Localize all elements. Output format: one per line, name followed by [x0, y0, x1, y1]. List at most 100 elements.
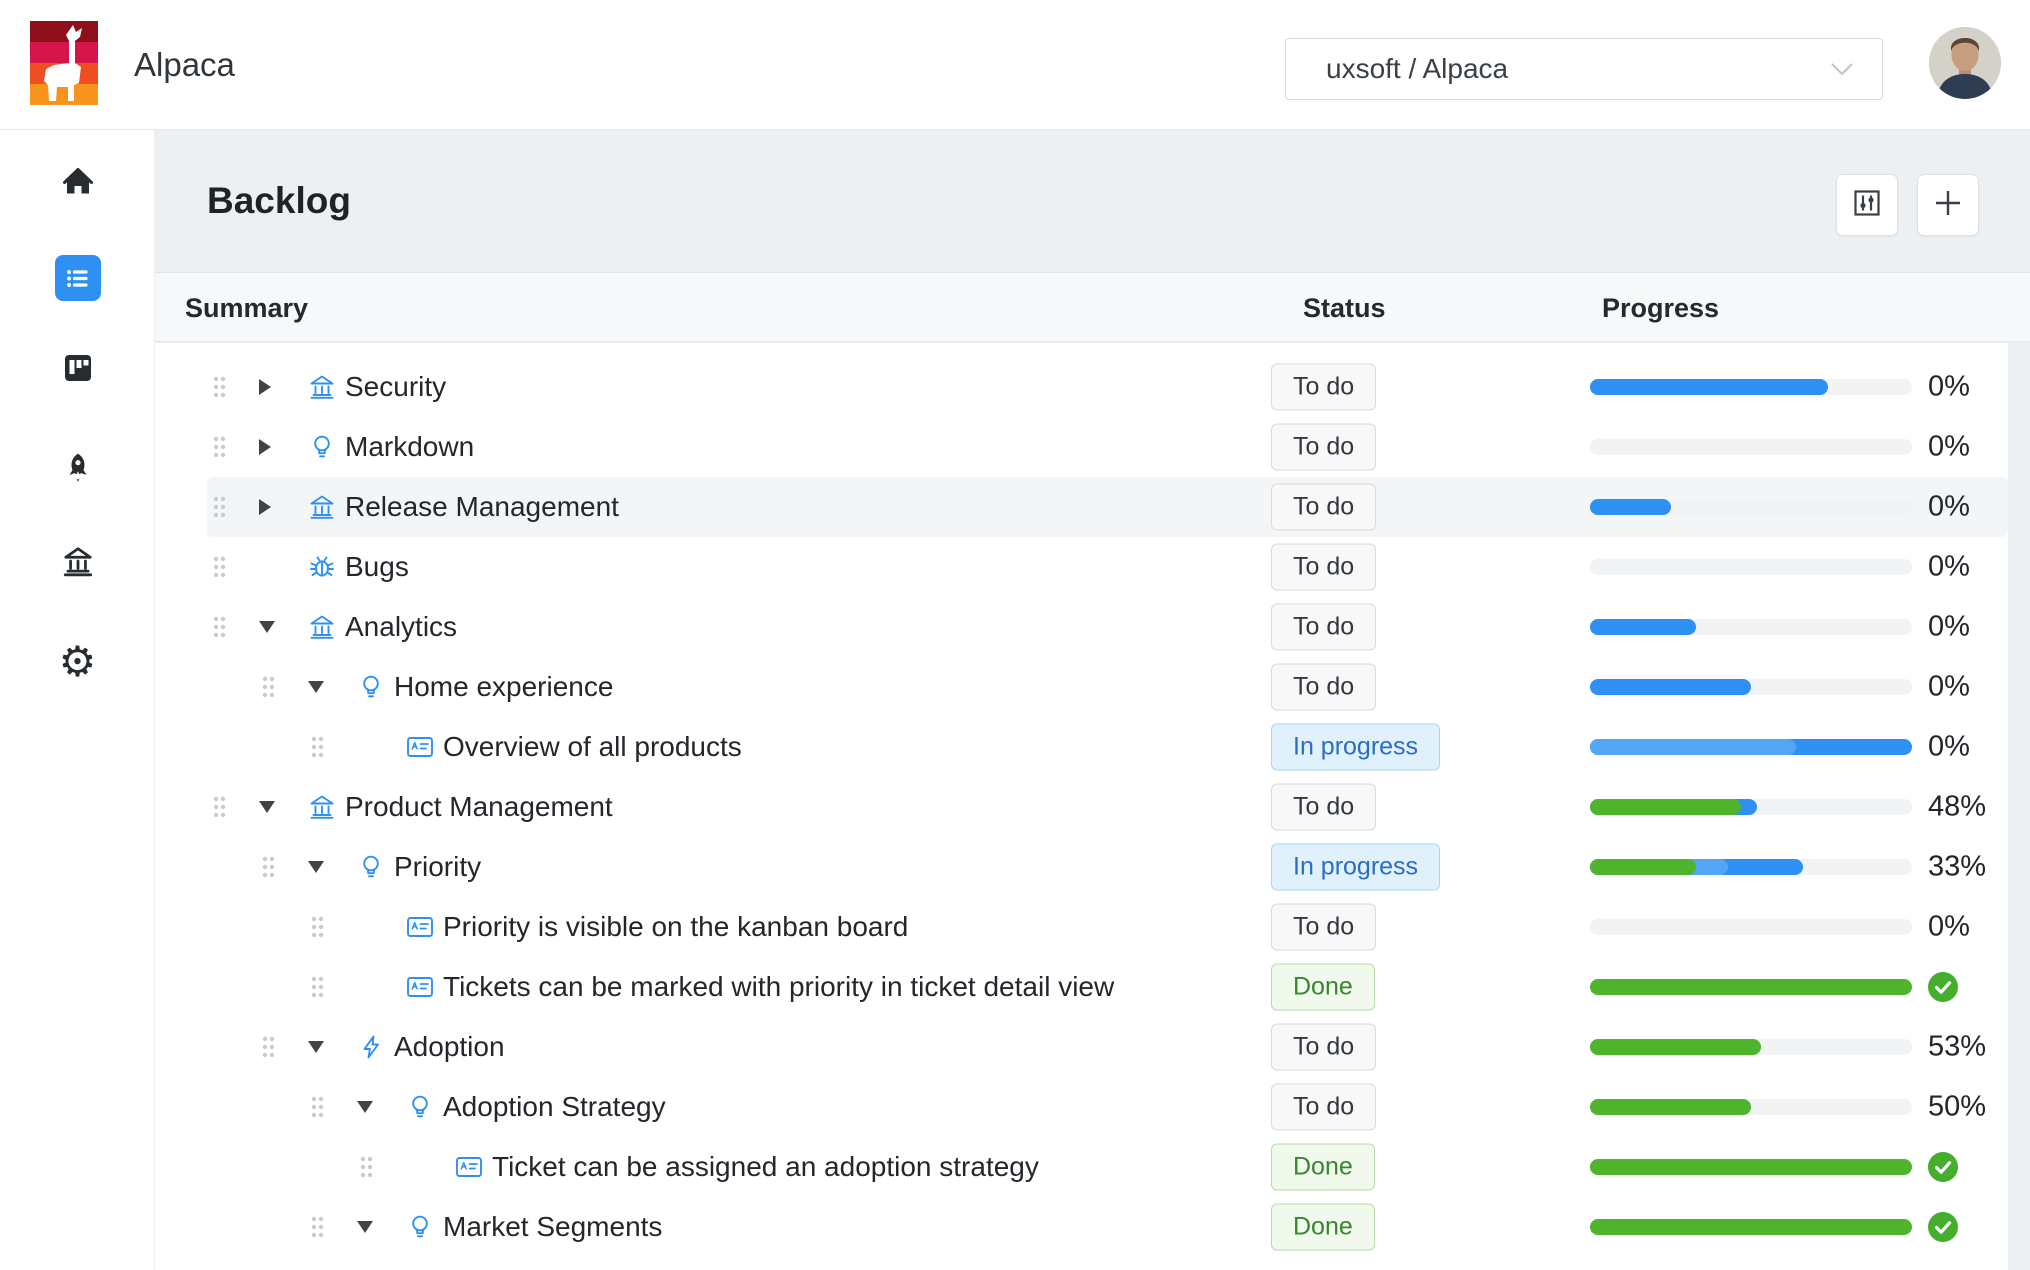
summary-cell: Priority is visible on the kanban board	[155, 897, 908, 957]
bulb-icon	[406, 1213, 434, 1241]
progress-segment-lightblue	[1590, 739, 1796, 755]
progress-bar	[1590, 919, 1912, 935]
status-badge[interactable]: Done	[1271, 1144, 1375, 1191]
user-avatar[interactable]	[1929, 27, 2001, 99]
item-title: Markdown	[345, 431, 474, 463]
progress-percent-label: 0%	[1928, 491, 1970, 524]
item-title: Market Segments	[443, 1211, 662, 1243]
sidebar-item-projects[interactable]	[0, 535, 155, 591]
status-badge[interactable]: In progress	[1271, 724, 1440, 771]
status-badge[interactable]: To do	[1271, 784, 1376, 831]
sidebar-item-settings[interactable]: ⚙	[0, 634, 155, 690]
progress-percent-label: 0%	[1928, 431, 1970, 464]
drag-handle-icon[interactable]	[311, 972, 324, 1002]
status-badge[interactable]: In progress	[1271, 844, 1440, 891]
view-settings-button[interactable]	[1836, 174, 1898, 236]
table-row[interactable]: Adoption To do 53%	[155, 1017, 2008, 1077]
collapse-toggle-icon[interactable]	[259, 801, 276, 813]
table-row[interactable]: SecurityTo do0%	[155, 357, 2008, 417]
progress-percent-label: 0%	[1928, 671, 1970, 704]
collapse-toggle-icon[interactable]	[357, 1221, 374, 1233]
table-row[interactable]: PriorityIn progress33%	[155, 837, 2008, 897]
drag-handle-icon[interactable]	[213, 372, 226, 402]
expand-toggle-icon[interactable]	[259, 439, 276, 455]
drag-handle-icon[interactable]	[262, 852, 275, 882]
status-badge[interactable]: To do	[1271, 364, 1376, 411]
table-row[interactable]: Ticket can be assigned an adoption strat…	[155, 1137, 2008, 1197]
table-row[interactable]: Market Segments Done	[155, 1197, 2008, 1257]
bank-icon	[308, 493, 336, 521]
progress-segment-blue	[1590, 499, 1671, 515]
drag-handle-icon[interactable]	[262, 1032, 275, 1062]
rocket-icon	[61, 451, 95, 490]
status-badge[interactable]: Done	[1271, 964, 1375, 1011]
drag-handle-icon[interactable]	[213, 552, 226, 582]
sidebar-item-home[interactable]	[0, 156, 155, 212]
drag-handle-icon[interactable]	[311, 732, 324, 762]
drag-handle-icon[interactable]	[213, 492, 226, 522]
collapse-toggle-icon[interactable]	[308, 861, 325, 873]
table-row[interactable]: Product Management To do 48%	[155, 777, 2008, 837]
progress-percent-label: 48%	[1928, 791, 1986, 824]
done-check-icon	[1928, 1212, 1958, 1242]
drag-handle-icon[interactable]	[213, 432, 226, 462]
view-settings-icon	[1853, 189, 1881, 222]
progress-bar	[1590, 499, 1912, 515]
expand-toggle-icon[interactable]	[259, 379, 276, 395]
sidebar-item-backlog[interactable]	[0, 250, 155, 306]
done-check-icon	[1928, 972, 1958, 1002]
add-item-button[interactable]	[1917, 174, 1979, 236]
table-row[interactable]: Markdown To do 0%	[155, 417, 2008, 477]
bulb-icon	[357, 673, 385, 701]
backlog-table-body: SecurityTo do0% Markdown To do 0% Release …	[155, 343, 2008, 1270]
workspace-selector-value: uxsoft / Alpaca	[1326, 53, 1508, 85]
table-row[interactable]: Tickets can be marked with priority in t…	[155, 957, 2008, 1017]
sidebar-item-releases[interactable]	[0, 442, 155, 498]
table-header: Summary Status Progress	[155, 272, 2030, 342]
collapse-toggle-icon[interactable]	[357, 1101, 374, 1113]
collapse-toggle-icon[interactable]	[308, 1041, 325, 1053]
table-row[interactable]: AnalyticsTo do0%	[155, 597, 2008, 657]
collapse-toggle-icon[interactable]	[308, 681, 325, 693]
status-badge[interactable]: Done	[1271, 1204, 1375, 1251]
progress-bar	[1590, 619, 1912, 635]
drag-handle-icon[interactable]	[262, 672, 275, 702]
item-title: Adoption Strategy	[443, 1091, 666, 1123]
summary-cell: Product Management	[155, 777, 613, 837]
workspace-selector[interactable]: uxsoft / Alpaca	[1285, 38, 1883, 100]
status-badge[interactable]: To do	[1271, 424, 1376, 471]
status-badge[interactable]: To do	[1271, 664, 1376, 711]
bug-icon	[308, 553, 336, 581]
progress-percent-label: 53%	[1928, 1031, 1986, 1064]
summary-cell: Market Segments	[155, 1197, 662, 1257]
sidebar-item-kanban[interactable]	[0, 342, 155, 398]
status-badge[interactable]: To do	[1271, 1024, 1376, 1071]
drag-handle-icon[interactable]	[311, 1092, 324, 1122]
table-row[interactable]: Adoption StrategyTo do50%	[155, 1077, 2008, 1137]
collapse-toggle-icon[interactable]	[259, 621, 276, 633]
status-badge[interactable]: To do	[1271, 544, 1376, 591]
summary-cell: Release Management	[155, 477, 619, 537]
status-badge[interactable]: To do	[1271, 484, 1376, 531]
status-badge[interactable]: To do	[1271, 904, 1376, 951]
table-row[interactable]: Overview of all productsIn progress0%	[155, 717, 2008, 777]
drag-handle-icon[interactable]	[311, 912, 324, 942]
drag-handle-icon[interactable]	[360, 1152, 373, 1182]
bank-icon	[308, 373, 336, 401]
progress-percent-label: 0%	[1928, 611, 1970, 644]
table-row[interactable]: Release Management To do 0%	[155, 477, 2008, 537]
column-header-status: Status	[1303, 273, 1386, 343]
status-badge[interactable]: To do	[1271, 1084, 1376, 1131]
item-title: Adoption	[394, 1031, 505, 1063]
drag-handle-icon[interactable]	[213, 792, 226, 822]
progress-segment-blue	[1590, 619, 1696, 635]
drag-handle-icon[interactable]	[213, 612, 226, 642]
table-row[interactable]: BugsTo do0%	[155, 537, 2008, 597]
table-row[interactable]: Home experienceTo do0%	[155, 657, 2008, 717]
progress-bar	[1590, 559, 1912, 575]
drag-handle-icon[interactable]	[311, 1212, 324, 1242]
status-badge[interactable]: To do	[1271, 604, 1376, 651]
expand-toggle-icon[interactable]	[259, 499, 276, 515]
progress-bar	[1590, 799, 1912, 815]
table-row[interactable]: Priority is visible on the kanban board T…	[155, 897, 2008, 957]
